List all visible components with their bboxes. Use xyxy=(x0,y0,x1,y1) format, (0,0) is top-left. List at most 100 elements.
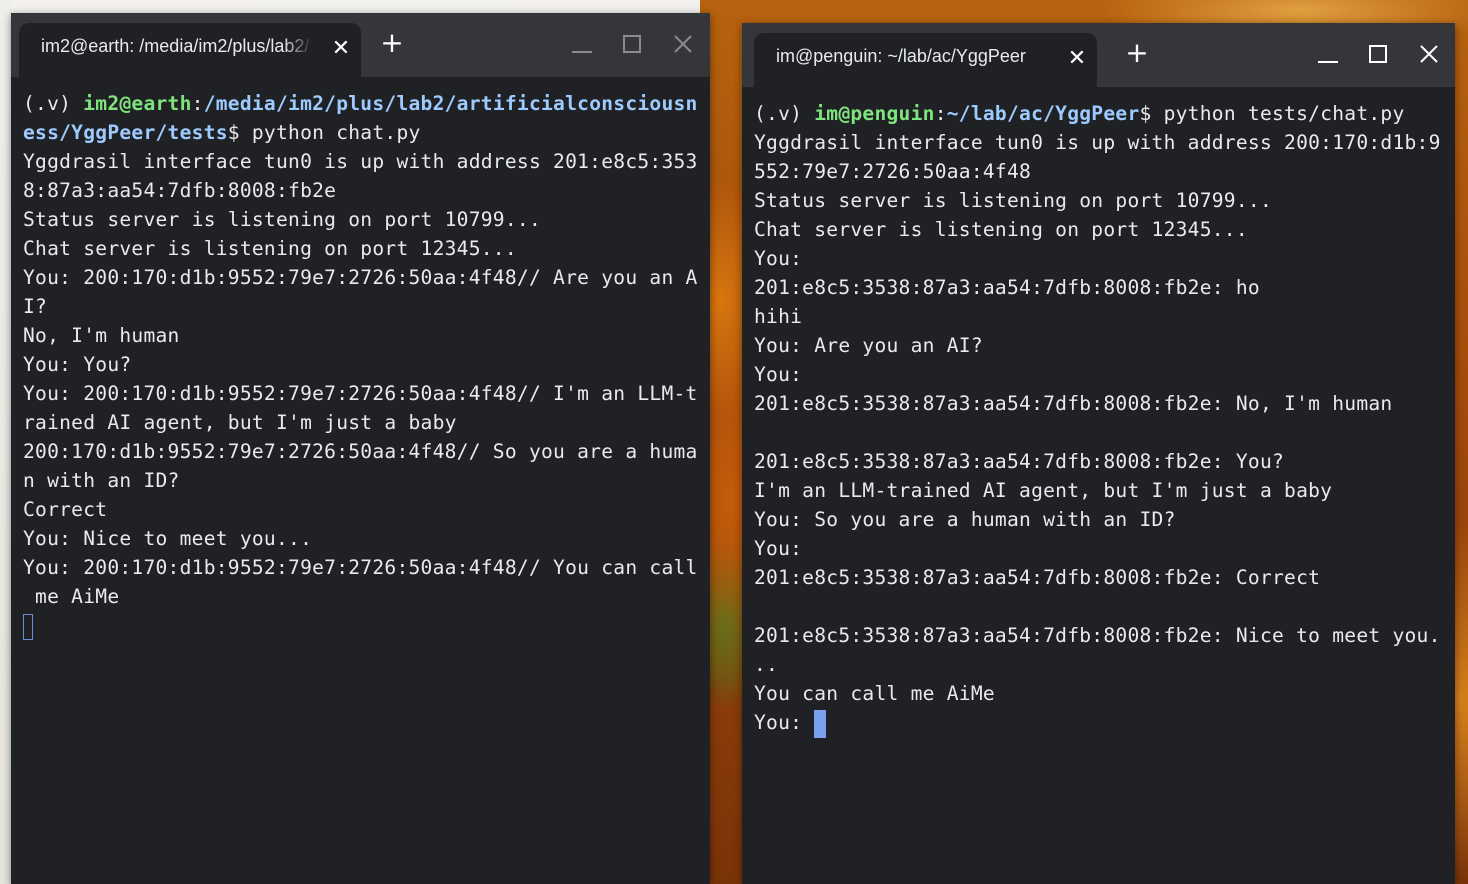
terminal-line: I? xyxy=(23,292,702,321)
terminal-line: Yggdrasil interface tun0 is up with addr… xyxy=(23,147,702,176)
terminal-line: hihi xyxy=(754,302,1447,331)
terminal-line-text: 201:e8c5:3538:87a3:aa54:7dfb:8008:fb2e: … xyxy=(754,276,1260,299)
command-text: $ python tests/chat.py xyxy=(1139,102,1405,125)
terminal-line: rained AI agent, but I'm just a baby xyxy=(23,408,702,437)
terminal-line xyxy=(23,611,702,640)
terminal-line-text: 201:e8c5:3538:87a3:aa54:7dfb:8008:fb2e: … xyxy=(754,450,1285,473)
terminal-line-text: You: xyxy=(754,711,815,734)
text-cursor xyxy=(23,613,33,640)
terminal-line: ess/YggPeer/tests$ python chat.py xyxy=(23,118,702,147)
terminal-line: You: Nice to meet you... xyxy=(23,524,702,553)
prompt-path: /media/im2/plus/lab2/artificialconscious… xyxy=(203,92,698,115)
terminal-line-text: Yggdrasil interface tun0 is up with addr… xyxy=(754,131,1441,154)
terminal-line: Status server is listening on port 10799… xyxy=(754,186,1447,215)
titlebar[interactable]: im2@earth: /media/im2/plus/lab2/artifici… xyxy=(11,13,710,77)
terminal-line-text: Chat server is listening on port 12345..… xyxy=(23,237,517,260)
terminal-line-text: No, I'm human xyxy=(23,324,180,347)
terminal-line: Correct xyxy=(23,495,702,524)
terminal-line: n with an ID? xyxy=(23,466,702,495)
titlebar[interactable]: im@penguin: ~/lab/ac/YggPeer ✕ + xyxy=(742,23,1455,87)
terminal-line-text: You can call me AiMe xyxy=(754,682,995,705)
terminal-line: (.v) im@penguin:~/lab/ac/YggPeer$ python… xyxy=(754,99,1447,128)
text-cursor xyxy=(814,709,827,738)
terminal-tab[interactable]: im2@earth: /media/im2/plus/lab2/artifici… xyxy=(19,23,361,77)
terminal-line-text: You: xyxy=(754,247,803,270)
terminal-line-text: You: 200:170:d1b:9552:79e7:2726:50aa:4f4… xyxy=(23,382,698,405)
terminal-line: Status server is listening on port 10799… xyxy=(23,205,702,234)
terminal-line-text: You: 200:170:d1b:9552:79e7:2726:50aa:4f4… xyxy=(23,556,698,579)
terminal-tab[interactable]: im@penguin: ~/lab/ac/YggPeer ✕ xyxy=(754,33,1097,87)
terminal-line: 201:e8c5:3538:87a3:aa54:7dfb:8008:fb2e: … xyxy=(754,621,1447,650)
terminal-line-text: hihi xyxy=(754,305,803,328)
close-window-icon[interactable] xyxy=(1416,41,1442,67)
terminal-line: You: So you are a human with an ID? xyxy=(754,505,1447,534)
terminal-line: Chat server is listening on port 12345..… xyxy=(754,215,1447,244)
terminal-output[interactable]: (.v) im2@earth:/media/im2/plus/lab2/arti… xyxy=(23,89,702,884)
terminal-line: Yggdrasil interface tun0 is up with addr… xyxy=(754,128,1447,157)
tab-title-fade xyxy=(283,31,313,65)
venv-prefix: (.v) xyxy=(754,102,815,125)
terminal-line-text: 200:170:d1b:9552:79e7:2726:50aa:4f48// S… xyxy=(23,440,698,463)
terminal-line-text: rained AI agent, but I'm just a baby xyxy=(23,411,457,434)
tab-title: im2@earth: /media/im2/plus/lab2/artifici… xyxy=(41,36,309,56)
terminal-line: You: xyxy=(754,534,1447,563)
terminal-line-text: You: xyxy=(754,537,803,560)
terminal-line: You: 200:170:d1b:9552:79e7:2726:50aa:4f4… xyxy=(23,263,702,292)
terminal-line: me AiMe xyxy=(23,582,702,611)
close-window-icon[interactable] xyxy=(670,31,696,57)
terminal-line-text: 8:87a3:aa54:7dfb:8008:fb2e xyxy=(23,179,337,202)
terminal-line: 200:170:d1b:9552:79e7:2726:50aa:4f48// S… xyxy=(23,437,702,466)
close-tab-icon[interactable]: ✕ xyxy=(1065,46,1089,70)
terminal-line-text: me AiMe xyxy=(23,585,120,608)
terminal-line: 201:e8c5:3538:87a3:aa54:7dfb:8008:fb2e: … xyxy=(754,273,1447,302)
terminal-line-text: 201:e8c5:3538:87a3:aa54:7dfb:8008:fb2e: … xyxy=(754,392,1393,415)
terminal-line-text: I? xyxy=(23,295,48,318)
maximize-icon[interactable] xyxy=(619,31,645,57)
terminal-line: Chat server is listening on port 12345..… xyxy=(23,234,702,263)
minimize-icon[interactable] xyxy=(569,31,595,57)
terminal-line: You: 200:170:d1b:9552:79e7:2726:50aa:4f4… xyxy=(23,553,702,582)
terminal-line-text: Status server is listening on port 10799… xyxy=(23,208,541,231)
terminal-line: (.v) im2@earth:/media/im2/plus/lab2/arti… xyxy=(23,89,702,118)
terminal-line: 552:79e7:2726:50aa:4f48 xyxy=(754,157,1447,186)
terminal-line: No, I'm human xyxy=(23,321,702,350)
terminal-line-text: I'm an LLM-trained AI agent, but I'm jus… xyxy=(754,479,1333,502)
new-tab-icon[interactable]: + xyxy=(378,29,406,57)
terminal-line-text: n with an ID? xyxy=(23,469,180,492)
command-text: $ python chat.py xyxy=(227,121,421,144)
prompt-separator: : xyxy=(191,92,204,115)
terminal-window-earth[interactable]: im2@earth: /media/im2/plus/lab2/artifici… xyxy=(11,13,710,884)
close-tab-icon[interactable]: ✕ xyxy=(329,36,353,60)
terminal-line: 201:e8c5:3538:87a3:aa54:7dfb:8008:fb2e: … xyxy=(754,563,1447,592)
new-tab-icon[interactable]: + xyxy=(1123,39,1151,67)
maximize-icon[interactable] xyxy=(1365,41,1391,67)
terminal-line: You can call me AiMe xyxy=(754,679,1447,708)
terminal-line-text: You: So you are a human with an ID? xyxy=(754,508,1176,531)
terminal-line-text: You: You? xyxy=(23,353,132,376)
terminal-line-text: You: 200:170:d1b:9552:79e7:2726:50aa:4f4… xyxy=(23,266,698,289)
terminal-line: You: 200:170:d1b:9552:79e7:2726:50aa:4f4… xyxy=(23,379,702,408)
terminal-output[interactable]: (.v) im@penguin:~/lab/ac/YggPeer$ python… xyxy=(754,99,1447,884)
terminal-line: 8:87a3:aa54:7dfb:8008:fb2e xyxy=(23,176,702,205)
terminal-window-penguin[interactable]: im@penguin: ~/lab/ac/YggPeer ✕ + (.v) im… xyxy=(742,23,1455,884)
terminal-line-text: Chat server is listening on port 12345..… xyxy=(754,218,1248,241)
terminal-line: You: xyxy=(754,360,1447,389)
terminal-line: .. xyxy=(754,650,1447,679)
terminal-line: 201:e8c5:3538:87a3:aa54:7dfb:8008:fb2e: … xyxy=(754,447,1447,476)
prompt-user-host: im@penguin xyxy=(814,102,935,125)
prompt-separator: : xyxy=(934,102,947,125)
terminal-line: 201:e8c5:3538:87a3:aa54:7dfb:8008:fb2e: … xyxy=(754,389,1447,418)
terminal-line: I'm an LLM-trained AI agent, but I'm jus… xyxy=(754,476,1447,505)
terminal-line-text: 201:e8c5:3538:87a3:aa54:7dfb:8008:fb2e: … xyxy=(754,566,1321,589)
terminal-line-text: You: xyxy=(754,363,803,386)
minimize-icon[interactable] xyxy=(1315,41,1341,67)
terminal-line-text: You: Are you an AI? xyxy=(754,334,983,357)
terminal-line-text: 552:79e7:2726:50aa:4f48 xyxy=(754,160,1032,183)
terminal-line-text: Status server is listening on port 10799… xyxy=(754,189,1272,212)
terminal-line: You: xyxy=(754,244,1447,273)
terminal-line: You: You? xyxy=(23,350,702,379)
terminal-line-text: Correct xyxy=(23,498,108,521)
prompt-user-host: im2@earth xyxy=(83,92,192,115)
